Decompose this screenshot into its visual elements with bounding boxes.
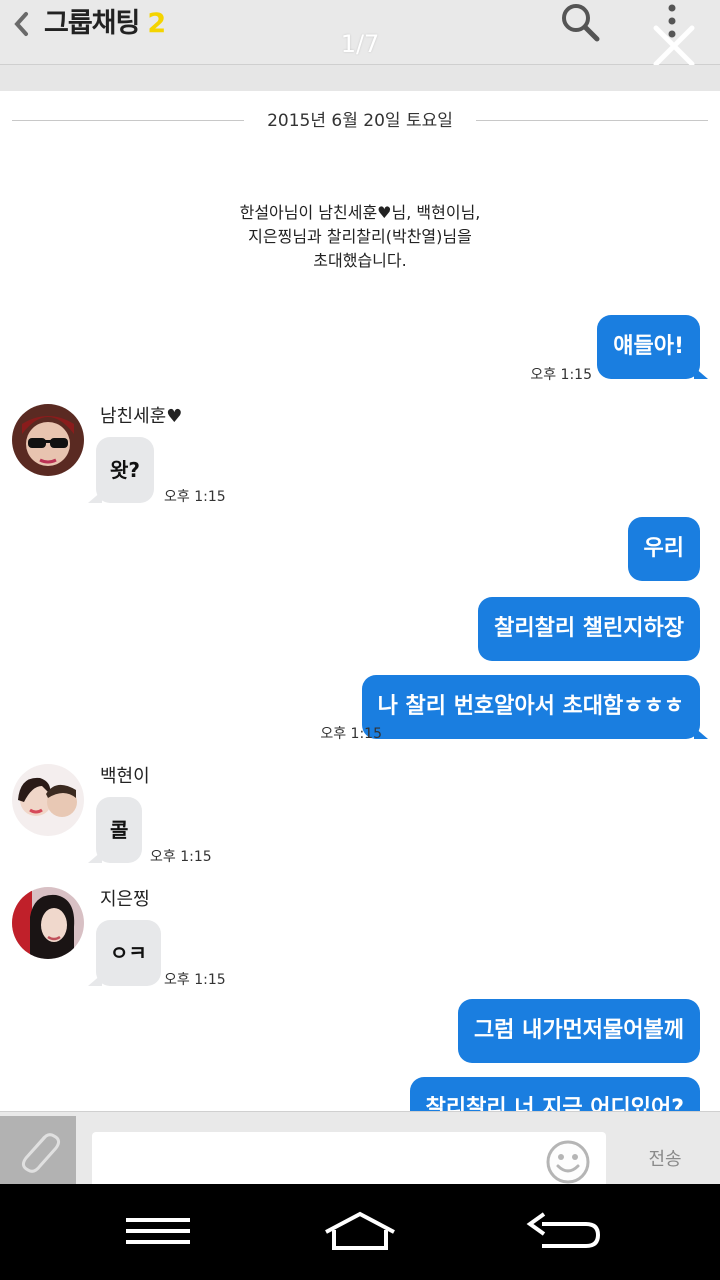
sender-name: 백현이 xyxy=(100,766,150,787)
app-header: 그룹채팅 2 1/7 xyxy=(0,0,720,67)
search-icon[interactable] xyxy=(558,0,602,44)
avatar[interactable] xyxy=(12,764,84,836)
message-input[interactable] xyxy=(92,1132,606,1185)
chat-area[interactable]: 2015년 6월 20일 토요일 한설아님이 남친세훈♥님, 백현이님, 지은찡… xyxy=(0,91,720,1111)
close-icon[interactable] xyxy=(650,22,698,70)
chevron-left-icon[interactable] xyxy=(8,6,36,42)
sender-name: 남친세훈♥ xyxy=(100,406,183,427)
incoming-message[interactable]: 왓? xyxy=(87,437,155,503)
home-icon[interactable] xyxy=(320,1206,400,1256)
chat-title: 그룹채팅 xyxy=(44,8,140,39)
system-message-line: 한설아님이 남친세훈♥님, 백현이님, xyxy=(239,203,481,222)
system-message: 한설아님이 남친세훈♥님, 백현이님, 지은찡님과 찰리찰리(박찬열)님을 초대… xyxy=(200,201,520,273)
divider-line xyxy=(12,120,244,121)
smiley-icon xyxy=(546,1140,590,1184)
attach-button[interactable] xyxy=(0,1116,76,1185)
back-arrow-icon[interactable] xyxy=(524,1206,604,1256)
message-time: 오후 1:15 xyxy=(164,489,226,505)
menu-icon[interactable] xyxy=(118,1206,198,1256)
header-subbar xyxy=(0,65,720,91)
outgoing-message[interactable]: 얘들아! xyxy=(597,315,708,379)
message-time: 오후 1:15 xyxy=(530,367,592,383)
incoming-message[interactable]: ㅇㅋ xyxy=(88,920,161,986)
page-title: 그룹채팅 2 xyxy=(44,4,166,44)
message-time: 오후 1:15 xyxy=(164,972,226,988)
outgoing-message[interactable]: 나 찰리 번호알아서 초대함ㅎㅎㅎ xyxy=(361,675,709,739)
message-time: 오후 1:15 xyxy=(150,849,212,865)
system-message-line: 지은찡님과 찰리찰리(박찬열)님을 xyxy=(248,227,472,246)
message-input-bar: 전송 xyxy=(0,1111,720,1185)
message-time: 오후 1:15 xyxy=(320,726,382,742)
sender-name: 지은찡 xyxy=(100,889,150,910)
date-label: 2015년 6월 20일 토요일 xyxy=(267,111,453,131)
paperclip-icon xyxy=(21,1133,61,1173)
outgoing-message[interactable]: 찰리찰리 너 지금 어디있어? xyxy=(409,1077,700,1111)
divider-line xyxy=(476,120,708,121)
send-button[interactable]: 전송 xyxy=(630,1146,700,1174)
outgoing-message[interactable]: 우리 xyxy=(627,517,700,581)
incoming-message[interactable]: 콜 xyxy=(87,797,143,863)
member-count: 2 xyxy=(147,8,166,39)
system-message-line: 초대했습니다. xyxy=(313,251,407,270)
system-nav-bar xyxy=(0,1184,720,1280)
emoji-button[interactable] xyxy=(544,1138,592,1186)
outgoing-message[interactable]: 찰리찰리 챌린지하장 xyxy=(478,597,700,661)
avatar[interactable] xyxy=(12,887,84,959)
image-counter: 1/7 xyxy=(340,30,380,58)
date-divider: 2015년 6월 20일 토요일 xyxy=(12,109,708,133)
avatar[interactable] xyxy=(12,404,84,476)
outgoing-message[interactable]: 그럼 내가먼저물어볼께 xyxy=(457,999,700,1063)
